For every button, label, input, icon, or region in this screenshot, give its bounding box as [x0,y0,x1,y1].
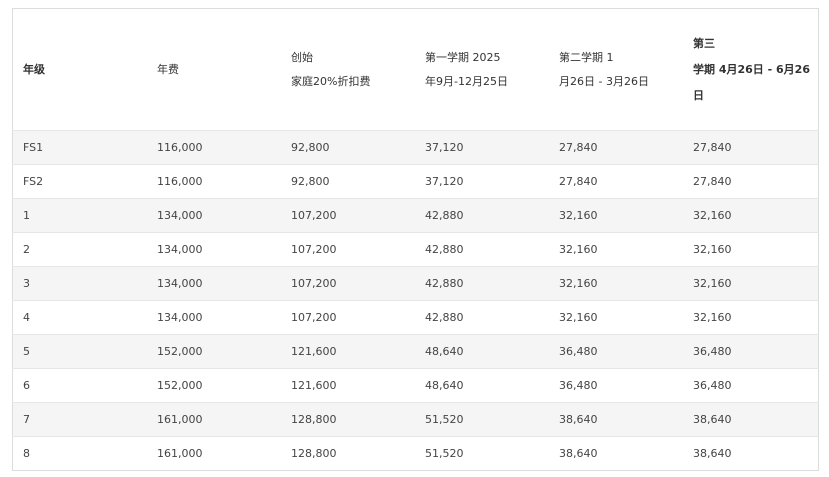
table-row: 5 152,000 121,600 48,640 36,480 36,480 [12,334,819,369]
cell-founding-fee: 128,800 [281,436,415,471]
cell-grade: FS2 [12,164,147,199]
header-founding-discount: 创始家庭20%折扣费 [281,9,415,131]
cell-term-1: 51,520 [415,436,549,471]
header-text-line: 第一学期 2025 [425,50,501,64]
header-text-line: 学期 4月26日 - 6月26 [693,62,810,76]
table-header: 年级 年费 创始家庭20%折扣费 第一学期 2025 年9月-12月25日 第二学… [13,9,819,131]
table-row: 6 152,000 121,600 48,640 36,480 36,480 [12,368,819,403]
cell-term-3: 36,480 [683,334,819,369]
cell-founding-fee: 107,200 [281,198,415,233]
table-row: FS1 116,000 92,800 37,120 27,840 27,840 [12,130,819,165]
header-row: 年级 年费 创始家庭20%折扣费 第一学期 2025 年9月-12月25日 第二学… [13,9,819,131]
cell-founding-fee: 107,200 [281,232,415,267]
cell-term-1: 42,880 [415,232,549,267]
cell-grade: 2 [12,232,147,267]
cell-annual-fee: 134,000 [147,266,281,301]
cell-founding-fee: 107,200 [281,300,415,335]
cell-grade: 1 [12,198,147,233]
header-text-line: 日 [693,88,704,102]
header-text-line: 第三 [693,36,715,50]
table-row: FS2 116,000 92,800 37,120 27,840 27,840 [12,164,819,199]
table-row: 3 134,000 107,200 42,880 32,160 32,160 [12,266,819,301]
cell-annual-fee: 134,000 [147,198,281,233]
header-text-line: 年9月-12月25日 [425,74,508,88]
table-row: 8 161,000 128,800 51,520 38,640 38,640 [12,436,819,471]
cell-grade: 3 [12,266,147,301]
cell-grade: 7 [12,402,147,437]
cell-annual-fee: 134,000 [147,300,281,335]
cell-term-2: 32,160 [549,198,683,233]
cell-term-1: 51,520 [415,402,549,437]
cell-founding-fee: 92,800 [281,164,415,199]
cell-grade: 6 [12,368,147,403]
cell-annual-fee: 152,000 [147,334,281,369]
table-body: FS1 116,000 92,800 37,120 27,840 27,840 FS2 116… [12,130,819,471]
header-text-line: 家庭20%折扣费 [291,74,371,88]
cell-founding-fee: 128,800 [281,402,415,437]
header-annual-fee: 年费 [147,9,281,131]
cell-term-3: 38,640 [683,402,819,437]
header-text-line: 年费 [157,62,179,76]
cell-term-2: 38,640 [549,402,683,437]
header-text-line: 年级 [23,62,45,76]
cell-term-3: 32,160 [683,300,819,335]
cell-term-1: 48,640 [415,368,549,403]
cell-grade: 8 [12,436,147,471]
cell-term-2: 36,480 [549,334,683,369]
header-text-line: 月26日 - 3月26日 [559,74,649,88]
header-text-line: 创始 [291,50,313,64]
tuition-fee-table: 年级 年费 创始家庭20%折扣费 第一学期 2025 年9月-12月25日 第二学… [12,8,819,471]
cell-term-3: 27,840 [683,130,819,165]
cell-term-1: 37,120 [415,130,549,165]
cell-annual-fee: 161,000 [147,436,281,471]
cell-annual-fee: 161,000 [147,402,281,437]
cell-term-3: 36,480 [683,368,819,403]
table-row: 2 134,000 107,200 42,880 32,160 32,160 [12,232,819,267]
cell-term-1: 42,880 [415,300,549,335]
cell-grade: 4 [12,300,147,335]
cell-annual-fee: 116,000 [147,130,281,165]
cell-term-2: 27,840 [549,130,683,165]
cell-founding-fee: 107,200 [281,266,415,301]
cell-founding-fee: 121,600 [281,334,415,369]
cell-term-1: 48,640 [415,334,549,369]
header-term-2: 第二学期 1 月26日 - 3月26日 [549,9,683,131]
cell-founding-fee: 92,800 [281,130,415,165]
cell-term-3: 27,840 [683,164,819,199]
cell-term-2: 38,640 [549,436,683,471]
cell-term-3: 38,640 [683,436,819,471]
header-term-3: 第三学期 4月26日 - 6月26 日 [683,9,819,131]
cell-term-3: 32,160 [683,232,819,267]
cell-term-2: 32,160 [549,266,683,301]
cell-term-3: 32,160 [683,266,819,301]
header-term-1: 第一学期 2025 年9月-12月25日 [415,9,549,131]
table-row: 1 134,000 107,200 42,880 32,160 32,160 [12,198,819,233]
cell-term-1: 42,880 [415,266,549,301]
table-row: 4 134,000 107,200 42,880 32,160 32,160 [12,300,819,335]
cell-term-2: 27,840 [549,164,683,199]
cell-term-1: 42,880 [415,198,549,233]
cell-grade: FS1 [12,130,147,165]
cell-annual-fee: 116,000 [147,164,281,199]
cell-grade: 5 [12,334,147,369]
cell-term-2: 36,480 [549,368,683,403]
cell-annual-fee: 134,000 [147,232,281,267]
header-grade: 年级 [13,9,148,131]
cell-term-2: 32,160 [549,300,683,335]
fee-table-container: 年级 年费 创始家庭20%折扣费 第一学期 2025 年9月-12月25日 第二学… [12,8,819,471]
cell-founding-fee: 121,600 [281,368,415,403]
cell-term-3: 32,160 [683,198,819,233]
cell-annual-fee: 152,000 [147,368,281,403]
cell-term-1: 37,120 [415,164,549,199]
cell-term-2: 32,160 [549,232,683,267]
table-row: 7 161,000 128,800 51,520 38,640 38,640 [12,402,819,437]
header-text-line: 第二学期 1 [559,50,614,64]
